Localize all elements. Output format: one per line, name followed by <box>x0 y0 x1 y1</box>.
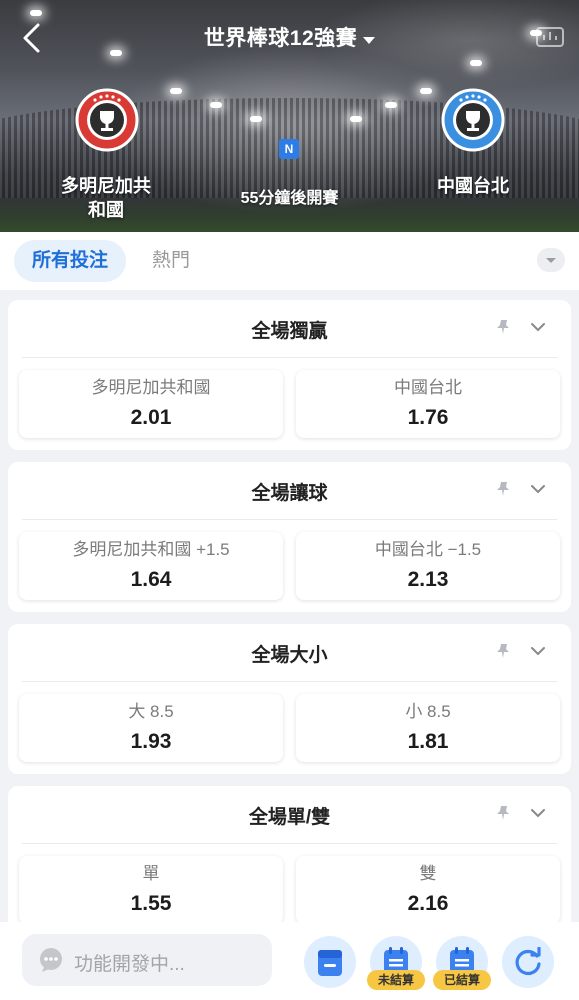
pin-icon[interactable] <box>495 480 513 498</box>
odds-value: 2.16 <box>407 892 449 915</box>
chevron-down-icon[interactable] <box>529 804 547 822</box>
settled-bets-button[interactable]: 已結算 <box>433 936 491 990</box>
home-team-name-line1: 多明尼加共 <box>61 176 151 196</box>
market-header[interactable]: 全場讓球 <box>22 462 557 520</box>
chat-input[interactable]: 功能開發中... <box>22 934 272 986</box>
market-header[interactable]: 全場單/雙 <box>22 786 557 844</box>
odds-button[interactable]: 單 1.55 <box>19 856 283 924</box>
settled-label: 已結算 <box>433 970 491 990</box>
odds-label: 單 <box>142 864 160 883</box>
market-header[interactable]: 全場大小 <box>22 624 557 682</box>
odds-value: 1.64 <box>130 568 172 591</box>
odds-button[interactable]: 多明尼加共和國 +1.5 1.64 <box>19 532 283 600</box>
bottom-toolbar: 功能開發中... 未結算 已結算 <box>0 922 579 1000</box>
odds-label: 多明尼加共和國 <box>91 378 211 397</box>
competition-selector[interactable]: 世界棒球12強賽 <box>0 22 579 52</box>
stadium-light <box>30 10 42 16</box>
market-card: 全場讓球 多明尼加共和國 +1.5 1.64 中國台北 −1.5 2.13 <box>8 462 571 612</box>
market-title: 全場讓球 <box>251 483 328 504</box>
unsettled-label: 未結算 <box>367 970 425 990</box>
stadium-light <box>350 116 362 122</box>
market-title: 全場大小 <box>251 645 328 666</box>
away-team-trophy-icon <box>441 88 505 152</box>
market-card: 全場單/雙 單 1.55 雙 2.16 <box>8 786 571 936</box>
market-header[interactable]: 全場獨贏 <box>22 300 557 358</box>
pin-icon[interactable] <box>495 804 513 822</box>
neutral-venue-badge: N <box>279 139 299 159</box>
chat-placeholder: 功能開發中... <box>74 954 185 975</box>
bet-slip-button[interactable] <box>304 936 356 988</box>
odds-label: 中國台北 −1.5 <box>374 540 482 559</box>
market-card: 全場大小 大 8.5 1.93 小 8.5 1.81 <box>8 624 571 774</box>
dropdown-caret-icon <box>363 37 376 45</box>
odds-value: 1.55 <box>130 892 172 915</box>
collapse-tabs-icon[interactable] <box>537 248 565 272</box>
tab-popular[interactable]: 熱門 <box>134 240 208 282</box>
refresh-button[interactable] <box>502 936 554 988</box>
odds-button[interactable]: 大 8.5 1.93 <box>19 694 283 762</box>
stadium-light <box>470 60 482 66</box>
chevron-down-icon[interactable] <box>529 318 547 336</box>
pin-icon[interactable] <box>495 642 513 660</box>
odds-button[interactable]: 中國台北 1.76 <box>296 370 560 438</box>
stadium-light <box>385 102 397 108</box>
odds-value: 2.01 <box>130 406 172 429</box>
odds-label: 中國台北 <box>394 378 462 397</box>
chevron-down-icon[interactable] <box>529 480 547 498</box>
market-title: 全場獨贏 <box>251 321 328 342</box>
tab-all-bets[interactable]: 所有投注 <box>14 240 127 282</box>
odds-label: 大 8.5 <box>128 702 174 721</box>
market-title: 全場單/雙 <box>248 807 331 828</box>
odds-value: 1.76 <box>407 406 449 429</box>
odds-button[interactable]: 小 8.5 1.81 <box>296 694 560 762</box>
competition-title: 世界棒球12強賽 <box>203 27 358 50</box>
pin-icon[interactable] <box>495 318 513 336</box>
chevron-down-icon[interactable] <box>529 642 547 660</box>
odds-value: 1.93 <box>130 730 172 753</box>
match-start-status: 55分鐘後開賽 <box>240 190 339 207</box>
stadium-light <box>170 88 182 94</box>
odds-label: 小 8.5 <box>405 702 451 721</box>
stats-icon[interactable] <box>535 24 565 50</box>
bet-slip-icon <box>318 950 342 976</box>
odds-value: 2.13 <box>407 568 449 591</box>
unsettled-bets-button[interactable]: 未結算 <box>367 936 425 990</box>
odds-label: 多明尼加共和國 +1.5 <box>72 540 230 559</box>
market-card: 全場獨贏 多明尼加共和國 2.01 中國台北 1.76 <box>8 300 571 450</box>
home-team-trophy-icon <box>75 88 139 152</box>
stadium-light <box>250 116 262 122</box>
odds-button[interactable]: 多明尼加共和國 2.01 <box>19 370 283 438</box>
odds-label: 雙 <box>419 864 437 883</box>
bet-tabs: 所有投注 熱門 <box>0 232 579 290</box>
odds-button[interactable]: 雙 2.16 <box>296 856 560 924</box>
chat-bubble-icon <box>40 948 62 972</box>
stadium-light <box>420 88 432 94</box>
home-team-name-line2: 和國 <box>88 200 124 220</box>
odds-button[interactable]: 中國台北 −1.5 2.13 <box>296 532 560 600</box>
odds-value: 1.81 <box>407 730 449 753</box>
match-header: 世界棒球12強賽 多明尼加共 和國 N 55分鐘後開賽 中國台北 <box>0 0 579 232</box>
refresh-icon <box>515 947 541 976</box>
home-team-name: 多明尼加共 和國 <box>46 174 166 222</box>
away-team-name: 中國台北 <box>437 176 509 196</box>
stadium-light <box>210 102 222 108</box>
